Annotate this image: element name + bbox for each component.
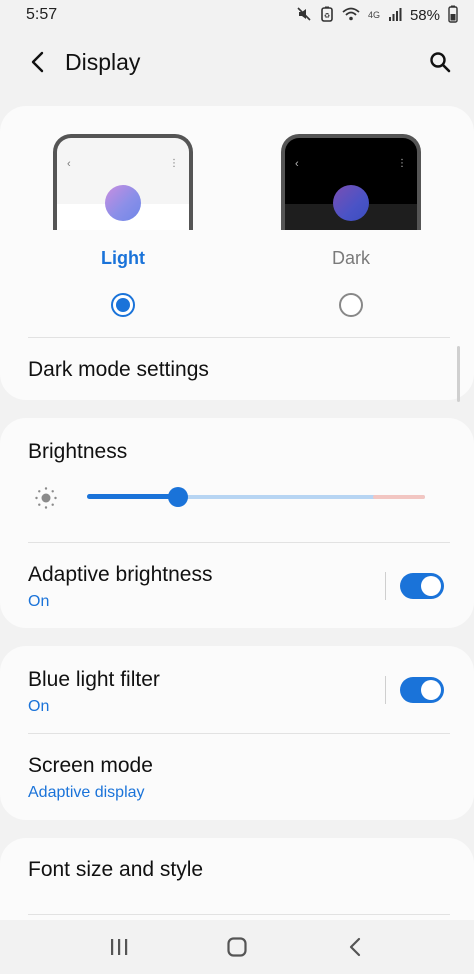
home-button[interactable] (217, 927, 257, 967)
nav-back-button[interactable] (335, 927, 375, 967)
brightness-slider[interactable] (87, 486, 425, 508)
dark-mode-settings-item[interactable]: Dark mode settings (28, 358, 209, 382)
dark-theme-radio[interactable] (339, 293, 363, 317)
status-bar: 5:57 ♻ 4G 58% (0, 0, 474, 30)
preview-more-icon: ⋮ (169, 158, 179, 169)
svg-text:♻: ♻ (324, 12, 330, 20)
screen-mode-title[interactable]: Screen mode (28, 754, 153, 778)
back-button[interactable] (24, 48, 52, 76)
blue-light-filter-toggle[interactable] (400, 677, 444, 703)
adaptive-brightness-toggle[interactable] (400, 573, 444, 599)
blue-light-filter-title[interactable]: Blue light filter (28, 668, 160, 692)
system-navigation-bar (0, 920, 474, 974)
home-icon (227, 937, 247, 957)
back-icon (349, 937, 361, 957)
status-time: 5:57 (26, 6, 58, 23)
network-type-label: 4G (367, 10, 380, 20)
status-icons: ♻ 4G 58% (296, 5, 458, 26)
blue-light-filter-status: On (28, 698, 50, 715)
divider (28, 733, 450, 734)
dark-theme-preview: ‹ ⋮ (281, 134, 421, 230)
signal-icon (388, 7, 402, 24)
sun-icon (35, 487, 57, 509)
dark-theme-option[interactable]: ‹ ⋮ Dark (281, 134, 421, 317)
divider (28, 542, 450, 543)
vertical-separator (385, 572, 386, 600)
font-card: Font size and style (0, 838, 474, 928)
light-theme-preview: ‹ ⋮ (53, 134, 193, 230)
light-theme-radio[interactable] (111, 293, 135, 317)
data-saver-icon: ♻ (320, 6, 334, 25)
screen-mode-value: Adaptive display (28, 784, 145, 801)
preview-back-icon: ‹ (67, 158, 71, 170)
preview-back-icon: ‹ (295, 158, 299, 170)
preview-orb (105, 185, 141, 221)
light-theme-label: Light (101, 248, 145, 268)
divider (28, 914, 450, 915)
color-settings-card: Blue light filter On Screen mode Adaptiv… (0, 646, 474, 820)
light-theme-option[interactable]: ‹ ⋮ Light (53, 134, 193, 317)
page-title: Display (65, 48, 141, 75)
chevron-left-icon (31, 51, 44, 73)
slider-fill (87, 494, 179, 499)
font-size-and-style-item[interactable]: Font size and style (28, 858, 203, 882)
preview-more-icon: ⋮ (397, 158, 407, 169)
app-header: Display (0, 34, 474, 90)
vertical-separator (385, 676, 386, 704)
toggle-knob (421, 680, 441, 700)
mute-icon (296, 6, 312, 25)
recents-icon (111, 939, 128, 955)
slider-thumb[interactable] (168, 487, 189, 507)
theme-card: ‹ ⋮ Light ‹ ⋮ Dark Dark mode settings (0, 106, 474, 402)
slider-track-high-range (373, 495, 425, 499)
battery-percent: 58% (409, 6, 440, 24)
brightness-card: Brightness Adaptive brightness On (0, 418, 474, 628)
recents-button[interactable] (99, 927, 139, 967)
scroll-indicator (457, 346, 460, 402)
battery-icon (448, 5, 458, 26)
divider (28, 337, 450, 338)
brightness-title: Brightness (28, 440, 128, 463)
search-icon (430, 52, 451, 73)
search-button[interactable] (424, 46, 456, 78)
preview-orb (333, 185, 369, 221)
adaptive-brightness-status: On (28, 593, 50, 610)
wifi-icon (342, 6, 360, 25)
adaptive-brightness-title[interactable]: Adaptive brightness (28, 563, 212, 587)
dark-theme-label: Dark (331, 248, 370, 268)
toggle-knob (421, 576, 441, 596)
